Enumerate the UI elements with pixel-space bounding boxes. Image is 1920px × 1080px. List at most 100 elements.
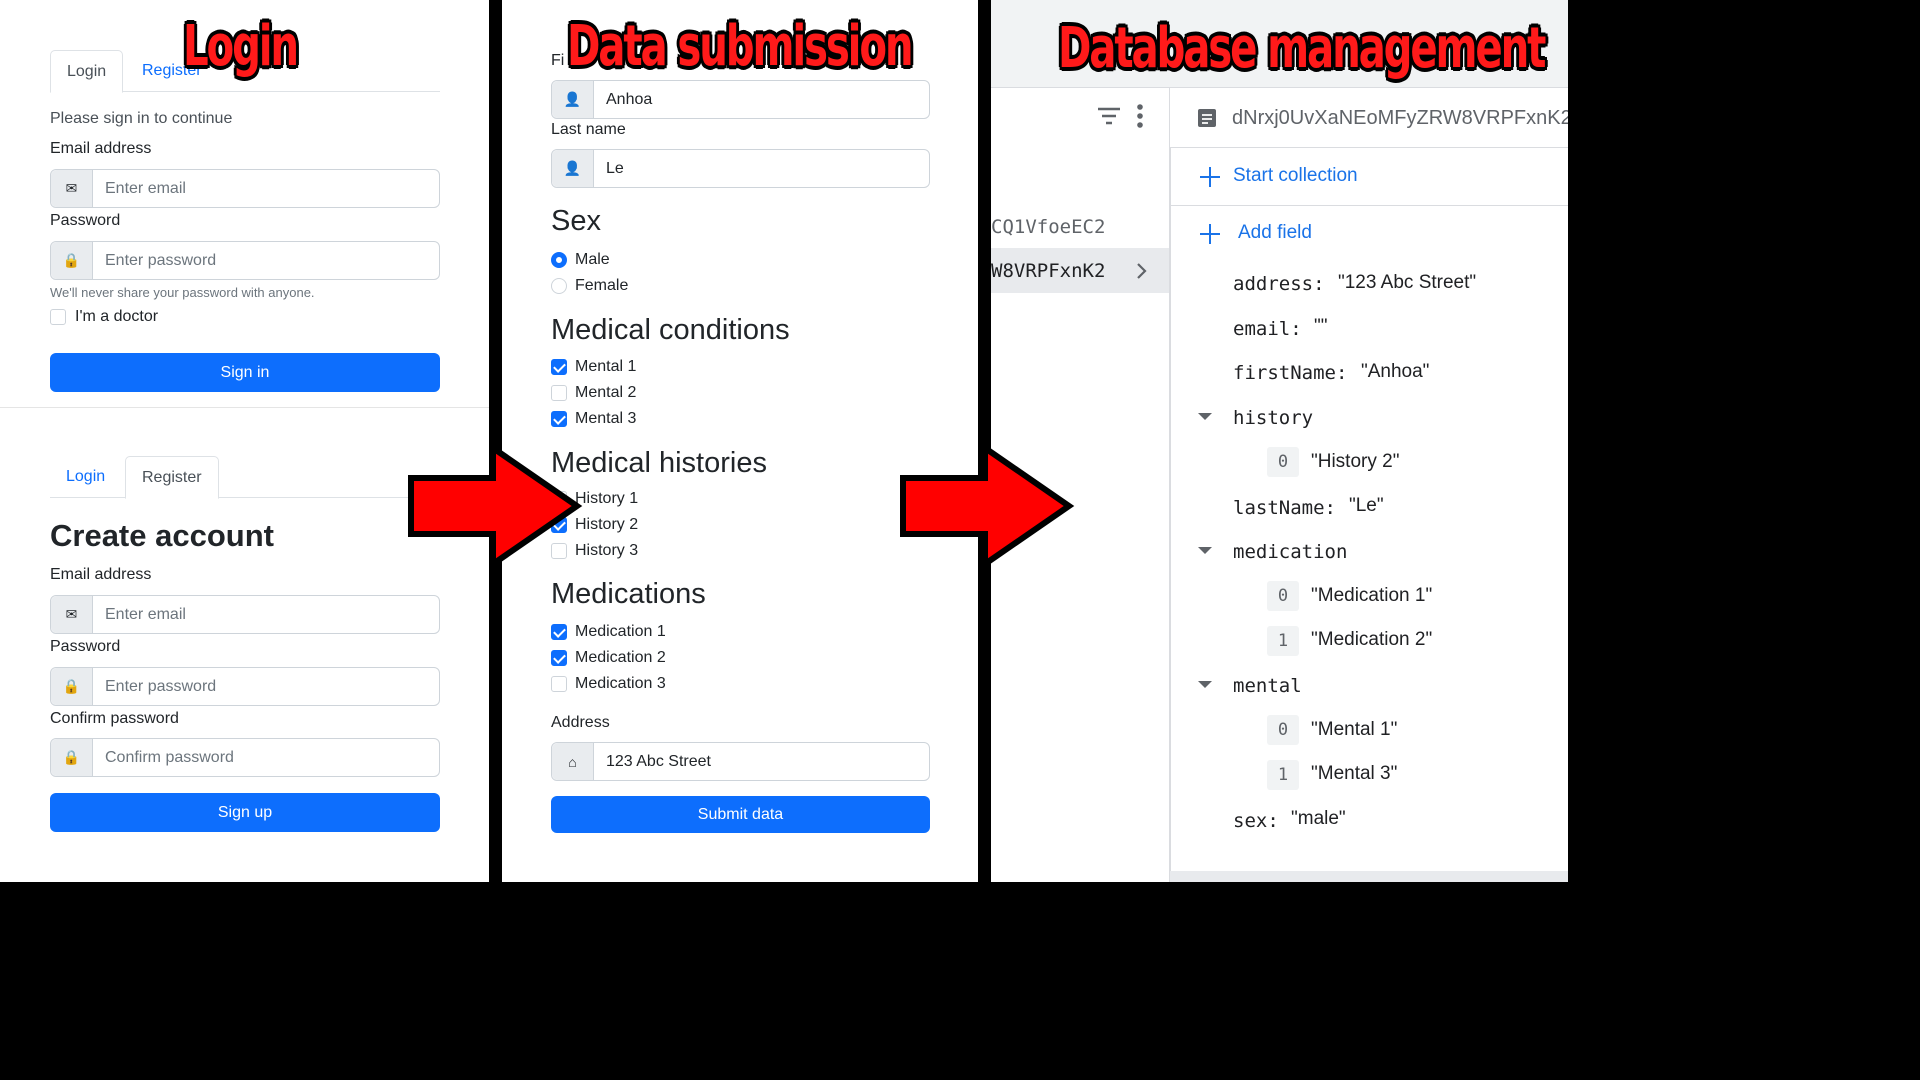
login-password-field[interactable] <box>93 242 439 279</box>
data-submission-banner: Data submission <box>567 14 914 79</box>
login-banner: Login <box>183 14 299 79</box>
conditions-heading: Medical conditions <box>551 314 790 346</box>
array-value: "History 2" <box>1311 451 1400 472</box>
login-intro: Please sign in to continue <box>50 110 233 127</box>
medication-label-3: Medication 3 <box>575 675 666 692</box>
document-item[interactable]: CQ1VfoeEC2 <box>991 216 1105 238</box>
field-key-sex: sex: <box>1233 810 1279 832</box>
database-panel: CQ1VfoeEC2 W8VRPFxnK2 dNrxj0UvXaNEoMFyZR… <box>991 0 1568 882</box>
medications-heading: Medications <box>551 578 706 610</box>
first-name-label: Fi <box>551 52 565 69</box>
medication-checkbox-1[interactable] <box>551 624 567 640</box>
address-field[interactable] <box>594 743 929 780</box>
lock-icon: 🔒 <box>51 668 93 705</box>
first-name-group: 👤 <box>551 80 930 119</box>
add-field-button[interactable]: Add field <box>1238 222 1312 244</box>
sign-in-button[interactable]: Sign in <box>50 353 440 392</box>
register-password-field[interactable] <box>93 668 439 705</box>
array-value: "Mental 3" <box>1311 763 1398 784</box>
field-val-sex: "male" <box>1291 808 1346 829</box>
register-tabs: Login Register <box>50 456 440 499</box>
address-group: ⌂ <box>551 742 930 781</box>
sex-label-female: Female <box>575 277 629 294</box>
register-email-group: ✉ <box>50 595 440 634</box>
login-email-group: ✉ <box>50 169 440 208</box>
last-name-label: Last name <box>551 121 626 138</box>
arrow-right-icon <box>408 442 583 570</box>
submit-data-button[interactable]: Submit data <box>551 796 930 833</box>
tab-login-2[interactable]: Login <box>50 456 121 499</box>
confirm-password-group: 🔒 <box>50 738 440 777</box>
login-password-group: 🔒 <box>50 241 440 280</box>
doctor-label: I'm a doctor <box>75 308 159 325</box>
sign-up-button[interactable]: Sign up <box>50 793 440 832</box>
field-val-firstname: "Anhoa" <box>1361 361 1430 382</box>
last-name-field[interactable] <box>594 150 929 187</box>
field-key-mental: mental <box>1233 675 1302 697</box>
field-val-address: "123 Abc Street" <box>1338 272 1477 293</box>
sex-label-male: Male <box>575 251 610 268</box>
first-name-field[interactable] <box>594 81 929 118</box>
array-index: 1 <box>1267 760 1299 790</box>
condition-label-3: Mental 3 <box>575 410 637 427</box>
lock-icon: 🔒 <box>51 739 93 776</box>
confirm-password-label: Confirm password <box>50 710 179 727</box>
confirm-password-field[interactable] <box>93 739 439 776</box>
medication-checkbox-2[interactable] <box>551 650 567 666</box>
password-help-text: We'll never share your password with any… <box>50 285 315 300</box>
condition-checkbox-2[interactable] <box>551 385 567 401</box>
array-value: "Mental 1" <box>1311 719 1398 740</box>
login-email-field[interactable] <box>93 170 439 207</box>
field-divider <box>1171 205 1568 206</box>
condition-checkbox-3[interactable] <box>551 411 567 427</box>
fields-column: Start collection Add field address: "123… <box>1170 148 1568 882</box>
expand-icon[interactable] <box>1198 413 1212 420</box>
array-index: 0 <box>1267 581 1299 611</box>
register-email-field[interactable] <box>93 596 439 633</box>
sex-heading: Sex <box>551 205 601 237</box>
last-name-group: 👤 <box>551 149 930 188</box>
home-icon: ⌂ <box>552 743 594 780</box>
envelope-icon: ✉ <box>51 596 93 633</box>
register-password-group: 🔒 <box>50 667 440 706</box>
field-key-lastname: lastName: <box>1233 497 1336 519</box>
document-header: dNrxj0UvXaNEoMFyZRW8VRPFxnK2 <box>1170 88 1568 148</box>
array-index: 0 <box>1267 715 1299 745</box>
array-value: "Medication 1" <box>1311 585 1433 606</box>
create-account-title: Create account <box>50 518 274 553</box>
medication-checkbox-3[interactable] <box>551 676 567 692</box>
document-id-label: W8VRPFxnK2 <box>991 260 1106 282</box>
document-icon <box>1198 109 1216 127</box>
medication-label-2: Medication 2 <box>575 649 666 666</box>
sex-radio-male[interactable] <box>551 252 567 268</box>
start-collection-button[interactable]: Start collection <box>1233 165 1358 187</box>
field-val-email: "" <box>1314 316 1328 337</box>
expand-icon[interactable] <box>1198 547 1212 554</box>
tab-login[interactable]: Login <box>50 50 124 93</box>
database-management-banner: Database management <box>1058 16 1546 81</box>
condition-label-2: Mental 2 <box>575 384 637 401</box>
expand-icon[interactable] <box>1198 681 1212 688</box>
array-index: 1 <box>1267 626 1299 656</box>
doctor-checkbox[interactable] <box>50 309 66 325</box>
field-key-firstname: firstName: <box>1233 362 1348 384</box>
footer-bar <box>1170 871 1568 882</box>
field-key-history: history <box>1233 407 1314 429</box>
chevron-right-icon <box>1137 263 1147 279</box>
medication-label-1: Medication 1 <box>575 623 666 640</box>
plus-icon <box>1200 224 1220 244</box>
lock-icon: 🔒 <box>51 242 93 279</box>
login-password-label: Password <box>50 212 121 229</box>
tab-register-2[interactable]: Register <box>125 456 219 499</box>
filter-icon[interactable] <box>1096 106 1122 126</box>
field-key-address: address: <box>1233 273 1325 295</box>
person-icon: 👤 <box>552 81 594 118</box>
array-index: 0 <box>1267 447 1299 477</box>
arrow-right-icon <box>900 442 1075 570</box>
sex-radio-female[interactable] <box>551 278 567 294</box>
login-email-label: Email address <box>50 140 152 157</box>
envelope-icon: ✉ <box>51 170 93 207</box>
document-item-selected[interactable]: W8VRPFxnK2 <box>991 248 1169 293</box>
more-vert-icon[interactable] <box>1136 103 1144 129</box>
condition-checkbox-1[interactable] <box>551 359 567 375</box>
